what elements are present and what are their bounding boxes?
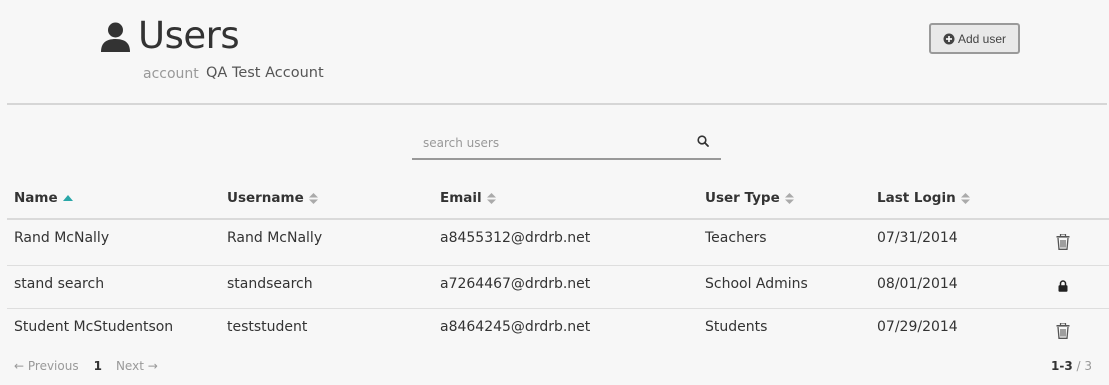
column-header-name[interactable]: Name bbox=[14, 190, 73, 206]
column-label: Name bbox=[14, 190, 58, 206]
search-bar bbox=[412, 129, 721, 160]
page-title: Users bbox=[138, 14, 240, 57]
result-range: 1-3 / 3 bbox=[1051, 359, 1092, 373]
trash-icon[interactable] bbox=[1056, 323, 1070, 339]
table-row[interactable]: Student McStudentson teststudent a846424… bbox=[7, 309, 1109, 351]
cell-last-login: 07/29/2014 bbox=[877, 319, 958, 335]
cell-username: Rand McNally bbox=[227, 230, 323, 246]
add-user-button[interactable]: Add user bbox=[929, 23, 1020, 54]
column-header-user-type[interactable]: User Type bbox=[705, 190, 794, 206]
cell-name: Student McStudentson bbox=[14, 319, 174, 335]
sort-icon bbox=[486, 192, 496, 204]
cell-name: Rand McNally bbox=[14, 230, 110, 246]
previous-page-link[interactable]: ← Previous bbox=[14, 359, 79, 373]
account-name: QA Test Account bbox=[206, 65, 324, 81]
cell-email: a8464245@drdrb.net bbox=[440, 319, 591, 335]
cell-last-login: 07/31/2014 bbox=[877, 230, 958, 246]
sort-ascending-icon bbox=[62, 195, 73, 201]
cell-email: a8455312@drdrb.net bbox=[440, 230, 591, 246]
column-label: Username bbox=[227, 190, 304, 206]
column-header-last-login[interactable]: Last Login bbox=[877, 190, 970, 206]
result-range-current: 1-3 bbox=[1050, 359, 1073, 373]
cell-email: a7264467@drdrb.net bbox=[440, 276, 591, 292]
add-user-label: Add user bbox=[957, 31, 1007, 46]
search-icon[interactable] bbox=[697, 135, 709, 147]
cell-user-type: Teachers bbox=[705, 230, 767, 246]
lock-icon bbox=[1058, 280, 1068, 292]
users-page: Users account QA Test Account Add user N… bbox=[0, 0, 1109, 385]
column-header-username[interactable]: Username bbox=[227, 190, 318, 206]
pagination: ← Previous 1 Next → bbox=[14, 359, 158, 373]
column-label: Last Login bbox=[877, 190, 956, 206]
user-icon bbox=[101, 22, 130, 52]
cell-last-login: 08/01/2014 bbox=[877, 276, 958, 292]
header-divider bbox=[7, 103, 1107, 105]
column-label: User Type bbox=[705, 190, 780, 206]
cell-user-type: Students bbox=[705, 319, 768, 335]
cell-user-type: School Admins bbox=[705, 276, 808, 292]
cell-username: teststudent bbox=[227, 319, 308, 335]
search-input[interactable] bbox=[412, 129, 682, 156]
sort-icon bbox=[308, 192, 318, 204]
page-header: Users account QA Test Account Add user bbox=[0, 0, 1109, 106]
plus-circle-icon bbox=[943, 33, 955, 44]
cell-username: standsearch bbox=[227, 276, 313, 292]
table-row[interactable]: stand search standsearch a7264467@drdrb.… bbox=[7, 266, 1109, 309]
sort-icon bbox=[784, 192, 794, 204]
column-header-email[interactable]: Email bbox=[440, 190, 496, 206]
result-range-total: / 3 bbox=[1076, 359, 1093, 373]
column-label: Email bbox=[440, 190, 482, 206]
cell-name: stand search bbox=[14, 276, 105, 292]
next-page-link[interactable]: Next → bbox=[116, 359, 158, 373]
trash-icon[interactable] bbox=[1056, 234, 1070, 250]
current-page[interactable]: 1 bbox=[94, 359, 102, 373]
table-row[interactable]: Rand McNally Rand McNally a8455312@drdrb… bbox=[7, 220, 1109, 266]
sort-icon bbox=[960, 192, 970, 204]
table-header: Name Username Email User Type Last Login bbox=[7, 182, 1109, 220]
account-label: account bbox=[143, 66, 199, 82]
